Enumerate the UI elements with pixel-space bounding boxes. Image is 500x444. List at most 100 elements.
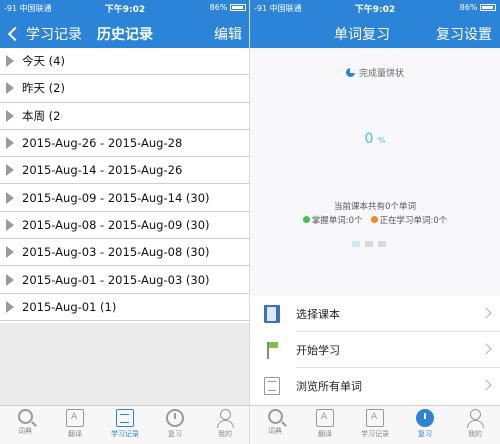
tab-translate[interactable]: 翻译 [300,406,350,444]
tab-me[interactable]: 我的 [450,406,500,444]
tab-label: 翻译 [68,430,82,438]
history-row[interactable]: 2015-Aug-08 - 2015-Aug-09 (30) [0,211,250,240]
list-empty-area [0,323,250,405]
history-row[interactable]: 2015-Aug-01 (1) [0,293,250,321]
swatch [378,241,386,247]
history-row-label: 2015-Aug-09 - 2015-Aug-14 (30) [22,190,210,205]
menu-item-label: 浏览所有单词 [296,380,362,393]
pie-chart-icon [345,68,355,77]
tab-bar: 词典 翻译 学习记录 复习 我的 [0,405,250,444]
expand-triangle-icon [6,191,14,204]
review-settings-button[interactable]: 复习设置 [436,24,492,44]
document-icon [116,409,134,427]
tab-label: 我的 [218,430,232,438]
edit-button[interactable]: 编辑 [214,24,242,44]
status-bar: -91 中国联通 下午9:02 86% [0,0,250,16]
history-row[interactable]: 2015-Aug-09 - 2015-Aug-14 (30) [0,184,250,212]
tab-bar: 词典 翻译 学习记录 复习 我的 [250,405,500,444]
menu-item-label: 开始学习 [296,344,340,357]
menu-item-label: 选择课本 [296,308,340,321]
expand-triangle-icon [6,109,14,122]
tab-label: 复习 [418,430,432,438]
completion-percent: 0 % [250,131,500,147]
browse-all-words-item[interactable]: 浏览所有单词 [250,368,500,404]
expand-triangle-icon [6,273,14,286]
clock-icon [166,409,184,427]
history-row-label: 2015-Aug-03 - 2015-Aug-08 (30) [22,245,210,260]
battery-indicator: 86% [210,3,246,12]
search-icon [267,409,283,424]
start-learning-item[interactable]: 开始学习 [250,332,500,368]
tab-label: 学习记录 [361,430,389,438]
review-screen: -91 中国联通 下午9:02 86% 单词复习 复习设置 完成量饼状 0 % … [250,0,500,444]
person-icon [216,409,234,428]
history-screen: -91 中国联通 下午9:02 86% 学习记录 历史记录 编辑 今天 (4) … [0,0,250,444]
word-count-summary: 当前课本共有0个单词 [334,202,416,212]
chart-legend: 掌握单词:0个 正在学习单词:0个 [250,214,500,226]
tab-label: 词典 [268,427,282,435]
search-icon [17,409,33,424]
history-row-label: 2015-Aug-01 (1) [22,299,117,314]
history-row-yesterday[interactable]: 昨天 (2) [0,75,250,103]
translate-icon [66,409,84,427]
tab-study-record[interactable]: 学习记录 [350,406,400,444]
legend-swatches [352,232,391,251]
expand-triangle-icon [6,246,14,259]
screenshot-composite: -91 中国联通 下午9:02 86% 学习记录 历史记录 编辑 今天 (4) … [0,0,500,444]
chevron-right-icon [480,307,492,319]
tab-me[interactable]: 我的 [200,406,250,444]
battery-icon [230,4,246,11]
mastered-label: 掌握单词:0个 [311,216,363,226]
history-row[interactable]: 2015-Aug-01 - 2015-Aug-03 (30) [0,266,250,294]
swatch [352,241,360,247]
expand-triangle-icon [6,137,14,150]
battery-percent: 86% [209,3,228,12]
history-row-today[interactable]: 今天 (4) [0,48,250,76]
battery-indicator: 86% [460,3,496,12]
history-row-label: 2015-Aug-08 - 2015-Aug-09 (30) [22,217,210,232]
history-row-label: 本周 (2 [22,108,61,123]
status-bar: -91 中国联通 下午9:02 86% [250,0,500,16]
tab-label: 复习 [168,430,182,438]
select-textbook-item[interactable]: 选择课本 [250,296,500,332]
mastered-dot-icon [302,216,310,223]
translate-icon [316,409,334,427]
tab-review[interactable]: 复习 [400,406,450,444]
page-title: 历史记录 [97,27,153,43]
tab-review[interactable]: 复习 [150,406,200,444]
percent-value: 0 [364,131,374,147]
history-row[interactable]: 2015-Aug-26 - 2015-Aug-28 [0,129,250,158]
history-row-label: 昨天 (2) [22,81,65,96]
chevron-right-icon [480,379,492,391]
document-icon [366,409,384,427]
history-row-this-week[interactable]: 本周 (2 [0,102,250,130]
percent-unit: % [377,136,386,145]
expand-triangle-icon [6,300,14,313]
review-menu: 选择课本 开始学习 浏览所有单词 [250,296,500,404]
tab-dictionary[interactable]: 词典 [0,406,50,444]
completion-chart-title: 完成量饼状 [250,66,500,79]
clock-icon [416,409,434,427]
history-row-label: 2015-Aug-01 - 2015-Aug-03 (30) [22,272,210,287]
list-icon [264,377,280,395]
flag-icon [264,341,280,359]
chart-title-label: 完成量饼状 [358,69,404,79]
expand-triangle-icon [6,82,14,95]
history-row[interactable]: 2015-Aug-14 - 2015-Aug-26 [0,157,250,185]
tab-label: 翻译 [318,430,332,438]
tab-translate[interactable]: 翻译 [50,406,100,444]
learning-dot-icon [370,216,378,223]
nav-bar: 学习记录 历史记录 编辑 [0,16,250,48]
page-title: 单词复习 [334,27,390,43]
history-list: 今天 (4) 昨天 (2) 本周 (2 2015-Aug-26 - 2015-A… [0,48,250,321]
expand-triangle-icon [6,55,14,68]
expand-triangle-icon [6,218,14,231]
history-row[interactable]: 2015-Aug-03 - 2015-Aug-08 (30) [0,239,250,267]
nav-bar: 单词复习 复习设置 [250,16,500,48]
history-row-label: 2015-Aug-26 - 2015-Aug-28 [22,136,183,151]
history-row-label: 今天 (4) [22,54,65,69]
tab-dictionary[interactable]: 词典 [250,406,300,444]
expand-triangle-icon [6,164,14,177]
tab-study-record[interactable]: 学习记录 [100,406,150,444]
person-icon [466,409,484,428]
